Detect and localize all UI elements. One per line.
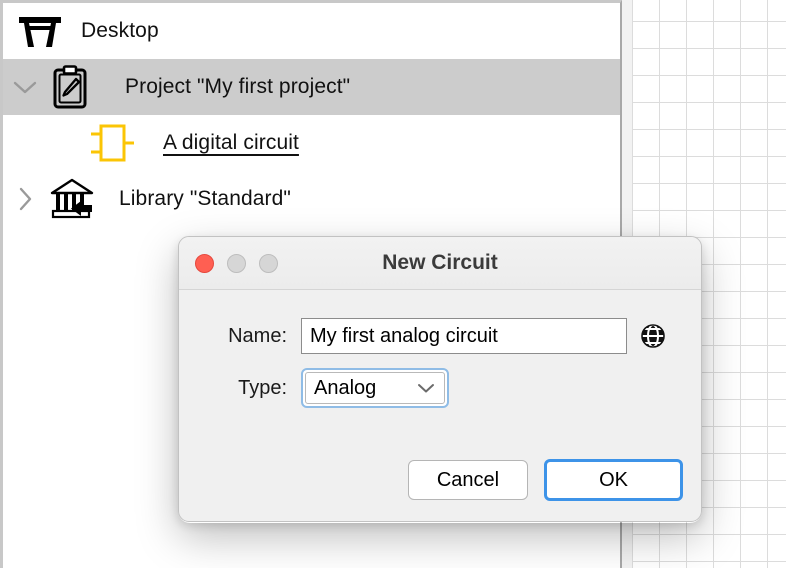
tree-item-desktop[interactable]: Desktop [3, 3, 620, 59]
tree-item-library[interactable]: Library "Standard" [3, 171, 620, 227]
name-input[interactable] [301, 318, 627, 354]
desk-icon [13, 14, 67, 48]
type-field-row: Type: Analog [179, 368, 701, 408]
type-label: Type: [238, 376, 287, 399]
tree-item-desktop-label: Desktop [81, 19, 159, 42]
tree-item-project-label: Project "My first project" [125, 75, 351, 98]
name-label: Name: [228, 324, 287, 347]
window-controls[interactable] [195, 253, 278, 273]
dialog-button-bar: Cancel OK [407, 459, 683, 501]
chevron-right-icon[interactable] [3, 186, 47, 212]
name-field-row: Name: [179, 318, 701, 354]
type-select-value: Analog [314, 376, 377, 399]
ok-button[interactable]: OK [544, 459, 683, 501]
dialog-body: Name: Type: Analog [179, 290, 701, 521]
zoom-button[interactable] [259, 253, 278, 273]
tree-item-project[interactable]: Project "My first project" [3, 59, 620, 115]
type-select-inner[interactable]: Analog [305, 372, 445, 404]
close-button[interactable] [195, 253, 214, 273]
new-circuit-dialog[interactable]: New Circuit Name: Type: [178, 236, 702, 522]
tree-item-digital-circuit[interactable]: A digital circuit [3, 115, 620, 171]
clipboard-pencil-icon [47, 65, 93, 109]
type-select[interactable]: Analog [301, 368, 449, 408]
minimize-button[interactable] [227, 253, 246, 273]
chevron-down-icon [416, 382, 436, 394]
library-import-icon [49, 178, 103, 220]
globe-icon[interactable] [639, 322, 667, 350]
digital-circuit-icon [89, 122, 135, 164]
tree-item-digital-circuit-label[interactable]: A digital circuit [163, 131, 299, 155]
chevron-down-icon[interactable] [3, 79, 47, 95]
dialog-titlebar[interactable]: New Circuit [179, 237, 701, 290]
tree-item-library-label: Library "Standard" [119, 187, 291, 210]
cancel-button[interactable]: Cancel [407, 460, 529, 500]
